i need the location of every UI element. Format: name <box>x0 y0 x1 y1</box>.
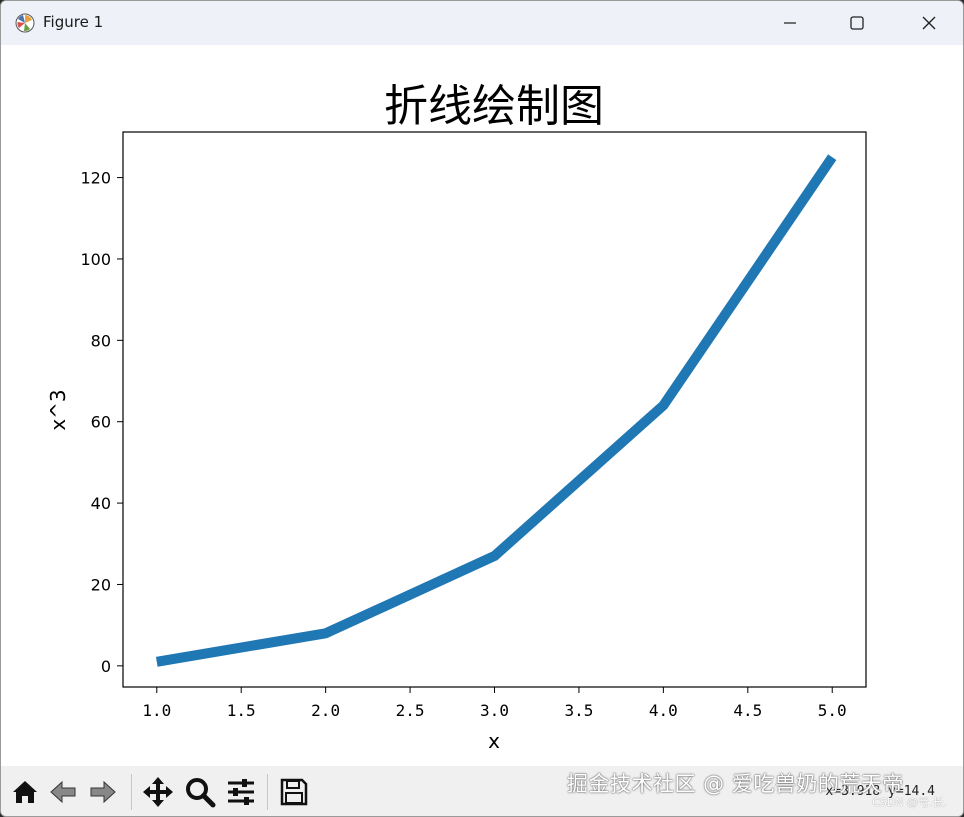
series-line <box>155 154 837 667</box>
maximize-button[interactable] <box>834 1 880 45</box>
x-tick-label: 4.0 <box>649 701 678 720</box>
minimize-button[interactable] <box>767 1 813 45</box>
window-title: Figure 1 <box>43 13 104 31</box>
save-button[interactable] <box>276 774 312 810</box>
x-tick-label: 1.0 <box>142 701 171 720</box>
x-tick-label: 2.5 <box>396 701 425 720</box>
y-tick-label: 40 <box>91 494 111 513</box>
y-tick-label: 100 <box>80 250 111 269</box>
y-tick-label: 80 <box>91 331 111 350</box>
x-tick-label: 2.0 <box>311 701 340 720</box>
y-tick-label: 0 <box>101 657 111 676</box>
close-button[interactable] <box>906 1 952 45</box>
figure-window: Figure 1 折线绘制图 1.0 1.5 2.0 2.5 3.0 3.5 4.0 4.5 5… <box>0 0 964 817</box>
pan-button[interactable] <box>140 774 176 810</box>
matplotlib-app-icon <box>15 13 35 33</box>
axes-frame <box>122 131 867 688</box>
pan-move-icon <box>143 777 173 807</box>
watermark-sub-text: CSDN @亏.长. <box>872 796 947 809</box>
figure-canvas[interactable]: 折线绘制图 1.0 1.5 2.0 2.5 3.0 3.5 4.0 4.5 5.0 0 20 40 60… <box>1 45 963 766</box>
minimize-icon <box>784 22 796 24</box>
y-tick-label: 60 <box>91 413 111 432</box>
toolbar-separator <box>131 774 132 810</box>
toolbar-separator <box>267 774 268 810</box>
x-tick-label: 5.0 <box>818 701 847 720</box>
save-floppy-icon <box>280 778 308 806</box>
home-icon <box>13 781 37 803</box>
x-tick-label: 4.5 <box>733 701 762 720</box>
close-icon <box>922 16 936 30</box>
x-tick-label: 1.5 <box>227 701 256 720</box>
y-tick-label: 120 <box>80 169 111 188</box>
configure-subplots-button[interactable] <box>223 774 259 810</box>
line-chart: 折线绘制图 1.0 1.5 2.0 2.5 3.0 3.5 4.0 4.5 5.0 0 20 40 60… <box>46 81 867 753</box>
forward-arrow-icon <box>90 780 116 804</box>
home-button[interactable] <box>7 774 43 810</box>
configure-subplots-icon <box>228 779 254 805</box>
zoom-magnifier-icon <box>186 778 216 808</box>
chart-title: 折线绘制图 <box>384 81 604 132</box>
zoom-button[interactable] <box>182 774 218 810</box>
forward-button[interactable] <box>85 774 121 810</box>
y-axis-label: x^3 <box>46 389 70 430</box>
maximize-icon <box>850 16 864 30</box>
y-tick-label: 20 <box>91 575 111 594</box>
title-bar[interactable]: Figure 1 <box>1 1 963 45</box>
x-axis-label: x <box>488 729 500 753</box>
watermark-text: 掘金技术社区 @ 爱吃兽奶的荒天帝 <box>567 772 904 796</box>
navigation-toolbar: x=3.918 y=14.4 掘金技术社区 @ 爱吃兽奶的荒天帝 CSDN @亏… <box>1 766 963 816</box>
x-tick-label: 3.0 <box>480 701 509 720</box>
x-tick-label: 3.5 <box>564 701 593 720</box>
back-button[interactable] <box>45 774 81 810</box>
back-arrow-icon <box>50 780 76 804</box>
